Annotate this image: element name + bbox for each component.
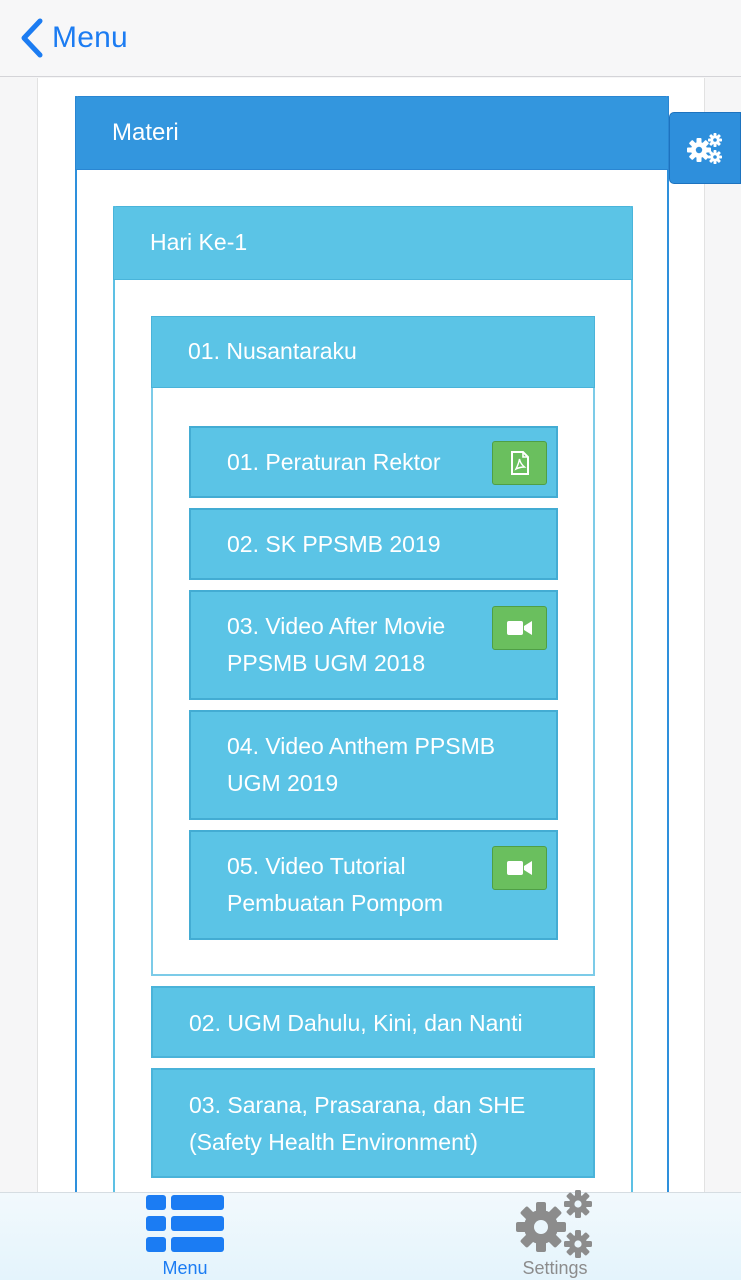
- day-panel-header[interactable]: Hari Ke-1: [113, 206, 633, 280]
- material-item-title: 02. SK PPSMB 2019: [227, 531, 441, 557]
- tab-settings-label: Settings: [522, 1258, 588, 1278]
- topic-title: 01. Nusantaraku: [188, 338, 357, 364]
- material-item[interactable]: 01. Peraturan Rektor: [189, 426, 558, 498]
- video-badge[interactable]: [492, 606, 547, 650]
- material-item[interactable]: 03. Video After Movie PPSMB UGM 2018: [189, 590, 558, 700]
- material-item[interactable]: 05. Video Tutorial Pembuatan Pompom: [189, 830, 558, 940]
- video-camera-icon: [506, 621, 532, 635]
- topic-title: 02. UGM Dahulu, Kini, dan Nanti: [189, 1010, 523, 1036]
- materi-panel: Materi Hari Ke-1 01. Nusantaraku 01. Per…: [75, 96, 669, 1192]
- material-item-title: 05. Video Tutorial Pembuatan Pompom: [227, 853, 444, 916]
- gears-icon: [687, 133, 722, 164]
- tab-bar: Menu Settings: [0, 1190, 741, 1280]
- video-badge[interactable]: [492, 846, 547, 890]
- tab-settings[interactable]: Settings: [500, 1190, 610, 1280]
- material-item[interactable]: 04. Video Anthem PPSMB UGM 2019: [189, 710, 558, 820]
- topic-ugm-dahulu[interactable]: 02. UGM Dahulu, Kini, dan Nanti: [151, 986, 595, 1058]
- day-panel-title: Hari Ke-1: [150, 229, 248, 255]
- back-button-label: Menu: [52, 21, 128, 54]
- tab-menu[interactable]: Menu: [130, 1193, 240, 1280]
- material-item-title: 03. Video After Movie PPSMB UGM 2018: [227, 613, 446, 676]
- materi-panel-header: Materi: [75, 96, 669, 170]
- topic-nusantaraku: 01. Nusantaraku 01. Peraturan Rektor 02.…: [151, 316, 595, 976]
- materi-panel-title: Materi: [112, 119, 179, 146]
- content-area[interactable]: Materi Hari Ke-1 01. Nusantaraku 01. Per…: [37, 78, 705, 1192]
- tab-menu-label: Menu: [162, 1258, 208, 1278]
- navigation-bar: Menu: [0, 0, 741, 77]
- pdf-icon: [510, 451, 529, 475]
- video-camera-icon: [506, 861, 532, 875]
- material-item[interactable]: 02. SK PPSMB 2019: [189, 508, 558, 580]
- material-item-title: 04. Video Anthem PPSMB UGM 2019: [227, 733, 496, 796]
- gears-icon: [516, 1190, 592, 1258]
- day-panel: Hari Ke-1 01. Nusantaraku 01. Peraturan …: [113, 206, 633, 1192]
- chevron-left-icon: [21, 18, 43, 58]
- topic-sarana-prasarana[interactable]: 03. Sarana, Prasarana, dan SHE (Safety H…: [151, 1068, 595, 1178]
- topic-header[interactable]: 01. Nusantaraku: [151, 316, 595, 388]
- topic-title: 03. Sarana, Prasarana, dan SHE (Safety H…: [189, 1092, 526, 1155]
- material-item-title: 01. Peraturan Rektor: [227, 449, 441, 475]
- list-icon: [146, 1195, 224, 1252]
- settings-float-button[interactable]: [669, 112, 741, 184]
- pdf-badge[interactable]: [492, 441, 547, 485]
- back-button[interactable]: Menu: [18, 16, 128, 60]
